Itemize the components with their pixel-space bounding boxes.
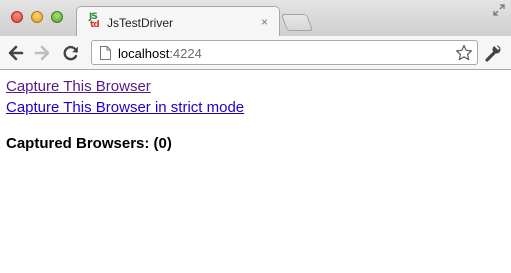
bookmark-star-icon[interactable]: [455, 44, 473, 62]
browser-toolbar: localhost:4224: [0, 36, 511, 70]
forward-arrow-icon[interactable]: [32, 43, 52, 63]
window-close-button[interactable]: [11, 11, 23, 23]
new-tab-button[interactable]: [280, 14, 314, 31]
fullscreen-icon[interactable]: [493, 4, 505, 16]
tab-strip: JS td JsTestDriver ×: [0, 0, 511, 37]
window-zoom-button[interactable]: [51, 11, 63, 23]
reload-icon[interactable]: [61, 43, 81, 63]
jstestdriver-favicon-icon: JS td: [89, 12, 100, 30]
wrench-menu-icon[interactable]: [484, 44, 502, 62]
page-content: Capture This Browser Capture This Browse…: [0, 70, 511, 273]
browser-window: JS td JsTestDriver × localhost:4224 Capt…: [0, 0, 511, 273]
tab-jstestdriver[interactable]: JS td JsTestDriver ×: [76, 6, 280, 37]
back-arrow-icon[interactable]: [6, 43, 26, 63]
address-bar[interactable]: localhost:4224: [91, 40, 478, 65]
tab-title: JsTestDriver: [107, 16, 174, 30]
url-port: :4224: [169, 46, 202, 61]
captured-browsers-heading: Captured Browsers: (0): [6, 135, 172, 152]
capture-browser-link[interactable]: Capture This Browser: [6, 78, 151, 95]
capture-browser-strict-link[interactable]: Capture This Browser in strict mode: [6, 99, 244, 116]
address-url[interactable]: localhost:4224: [118, 46, 202, 61]
page-icon: [100, 46, 111, 60]
window-minimize-button[interactable]: [31, 11, 43, 23]
url-host: localhost: [118, 46, 170, 61]
tab-close-icon[interactable]: ×: [261, 15, 268, 29]
